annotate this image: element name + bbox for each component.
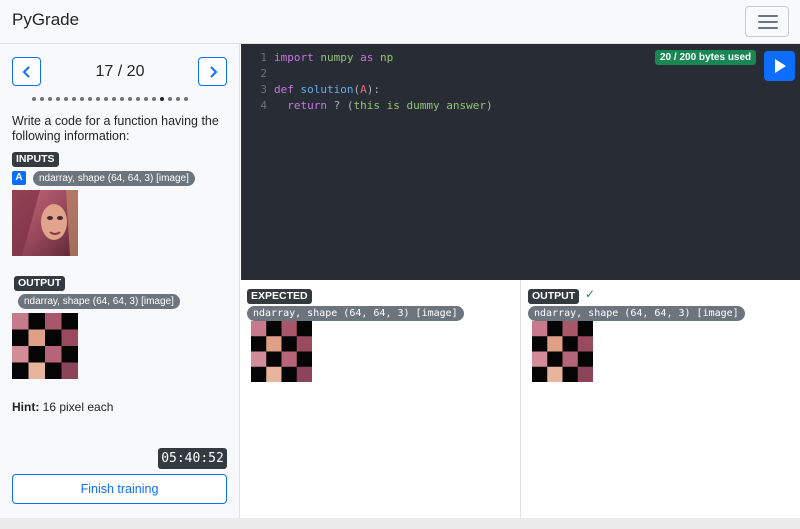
progress-dot[interactable] [128, 97, 132, 101]
hamburger-menu-icon [758, 15, 778, 17]
progress-dot[interactable] [136, 97, 140, 101]
next-button[interactable] [198, 57, 227, 86]
line-number: 1 [260, 51, 267, 64]
input-var-badge: A [12, 171, 26, 185]
menu-button[interactable] [745, 6, 789, 37]
progress-dot[interactable] [88, 97, 92, 101]
input-image [12, 190, 78, 256]
progress-dot[interactable] [56, 97, 60, 101]
expected-pane: EXPECTED ndarray, shape (64, 64, 3) [ima… [241, 280, 521, 518]
task-description: Write a code for a function having the f… [12, 114, 219, 143]
progress-dot[interactable] [40, 97, 44, 101]
inputs-label: INPUTS [12, 152, 59, 167]
line-number: 4 [260, 99, 267, 112]
expected-image [251, 321, 312, 382]
hint-value: 16 pixel each [39, 400, 114, 414]
timer: 05:40:52 [158, 448, 227, 469]
chevron-left-icon [22, 65, 30, 78]
output-type-pill: ndarray, shape (64, 64, 3) [image] [18, 294, 180, 309]
progress-dot[interactable] [160, 97, 164, 101]
line-number: 3 [260, 83, 267, 96]
hint-label: Hint: [12, 400, 40, 414]
expected-type-pill: ndarray, shape (64, 64, 3) [image] [247, 306, 464, 321]
progress-dot[interactable] [104, 97, 108, 101]
progress-dot[interactable] [152, 97, 156, 101]
sidebar: 17 / 20 Write a code for a function havi… [0, 44, 240, 518]
app-brand[interactable]: PyGrade [12, 10, 79, 30]
progress-dots [32, 97, 188, 101]
code-text[interactable]: import numpy as np [274, 50, 393, 65]
progress-dot[interactable] [32, 97, 36, 101]
progress-dot[interactable] [144, 97, 148, 101]
play-icon [774, 59, 786, 73]
code-text[interactable]: def solution(A): [274, 82, 380, 97]
progress-dot[interactable] [64, 97, 68, 101]
progress-dot[interactable] [96, 97, 100, 101]
progress-dot[interactable] [48, 97, 52, 101]
line-number: 2 [260, 67, 267, 80]
progress-dot[interactable] [120, 97, 124, 101]
output-checker-image [12, 313, 78, 379]
prev-button[interactable] [12, 57, 41, 86]
progress-dot[interactable] [72, 97, 76, 101]
finish-training-button[interactable]: Finish training [12, 474, 227, 504]
hamburger-menu-icon-bar [758, 21, 778, 23]
run-button[interactable] [764, 51, 795, 81]
progress-dot[interactable] [112, 97, 116, 101]
code-editor[interactable]: 1 import numpy as np 2 3 def solution(A): 4 r… [241, 44, 800, 280]
code-text[interactable]: return ? (this is dummy answer) [274, 98, 492, 113]
output-label: OUTPUT [14, 276, 66, 291]
expected-label: EXPECTED [247, 289, 312, 304]
progress-dot[interactable] [184, 97, 188, 101]
question-counter: 17 / 20 [95, 63, 145, 80]
progress-dot[interactable] [80, 97, 84, 101]
output-result-label: OUTPUT [528, 289, 580, 304]
check-icon: ✓ [585, 287, 596, 301]
hint-text: Hint: 16 pixel each [12, 400, 113, 414]
progress-dot[interactable] [168, 97, 172, 101]
hamburger-menu-icon-bar [758, 27, 778, 29]
chevron-right-icon [209, 65, 217, 78]
output-result-type-pill: ndarray, shape (64, 64, 3) [image] [528, 306, 745, 321]
progress-dot[interactable] [176, 97, 180, 101]
bytes-used-badge: 20 / 200 bytes used [655, 50, 757, 65]
bottom-strip [0, 518, 800, 529]
output-image [532, 321, 593, 382]
navbar: PyGrade [0, 0, 800, 44]
output-pane: OUTPUT ✓ ndarray, shape (64, 64, 3) [ima… [522, 280, 800, 518]
input-type-pill: ndarray, shape (64, 64, 3) [image] [33, 171, 195, 186]
